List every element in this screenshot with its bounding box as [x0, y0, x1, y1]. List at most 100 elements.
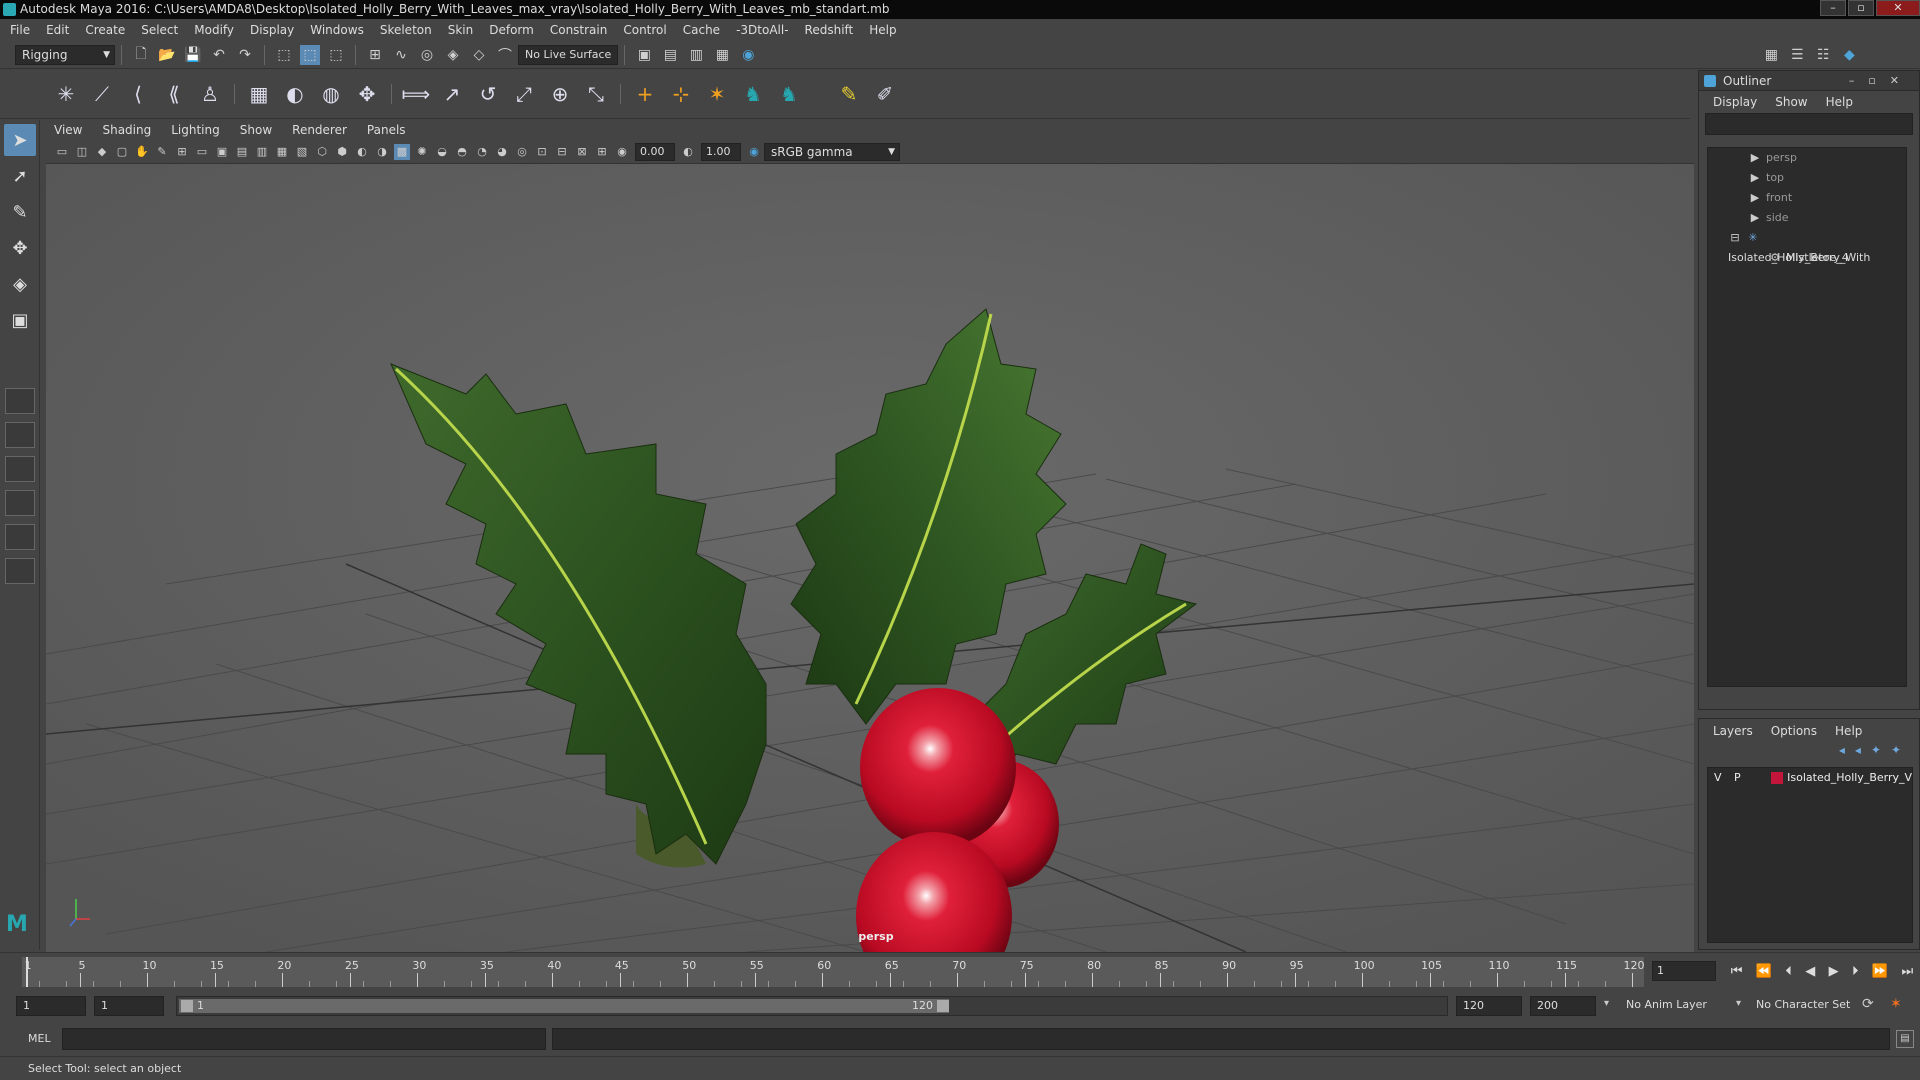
paint-select-icon[interactable]: ✎: [4, 196, 36, 228]
go-to-end-icon[interactable]: ⏭: [1902, 964, 1914, 979]
xray-icon[interactable]: ⊟: [554, 144, 570, 160]
workspace-icon[interactable]: ▦: [1761, 45, 1781, 65]
command-input[interactable]: [62, 1028, 546, 1050]
current-time-indicator[interactable]: [26, 957, 28, 987]
menu-windows[interactable]: Windows: [310, 23, 364, 37]
outliner-window-controls[interactable]: –▫✕: [1849, 71, 1913, 91]
four-view-layout-icon[interactable]: [5, 422, 35, 448]
menu-set-dropdown[interactable]: Rigging ▼: [15, 44, 115, 65]
animation-prefs-icon[interactable]: ✶: [1890, 996, 1902, 1012]
render-frame-icon[interactable]: ▣: [634, 45, 654, 65]
step-back-icon[interactable]: ⏪: [1756, 964, 1772, 979]
script-language-label[interactable]: MEL: [28, 1032, 51, 1045]
aim-constraint-icon[interactable]: ↗: [438, 80, 466, 108]
menu-cache[interactable]: Cache: [683, 23, 720, 37]
outliner-search-input[interactable]: [1705, 113, 1913, 135]
layer-menu-layers[interactable]: Layers: [1713, 724, 1753, 738]
menu-control[interactable]: Control: [623, 23, 666, 37]
sculpt-icon[interactable]: ✥: [353, 80, 381, 108]
render-view-icon[interactable]: ◉: [738, 45, 758, 65]
safe-action-icon[interactable]: ▦: [274, 144, 290, 160]
outliner-menu-help[interactable]: Help: [1826, 95, 1853, 109]
shade-options-icon[interactable]: ◐: [354, 144, 370, 160]
point-constraint-icon[interactable]: ⟾: [402, 80, 431, 108]
outliner-item-top[interactable]: ▶ top: [1708, 168, 1906, 188]
range-end-handle[interactable]: [937, 1000, 949, 1012]
scale-tool-icon[interactable]: ▣: [4, 304, 36, 336]
persp-graph-layout-icon[interactable]: [5, 490, 35, 516]
isolate-select-icon[interactable]: ⊡: [534, 144, 550, 160]
humanik-character-icon[interactable]: ♞: [739, 80, 767, 108]
step-back-key-icon[interactable]: ⏴: [1785, 964, 1792, 979]
panel-menu-view[interactable]: View: [54, 123, 82, 137]
move-layer-up-icon[interactable]: ◂: [1839, 743, 1855, 757]
color-space-dropdown[interactable]: sRGB gamma ▼: [764, 142, 900, 161]
exposure-field[interactable]: 0.00: [635, 142, 675, 161]
live-surface-field[interactable]: No Live Surface: [518, 44, 619, 65]
go-to-start-icon[interactable]: ⏮: [1731, 964, 1743, 979]
lasso-tool-icon[interactable]: ➚: [4, 160, 36, 192]
menu-help[interactable]: Help: [869, 23, 896, 37]
smooth-shade-icon[interactable]: ⬢: [334, 144, 350, 160]
menu-skeleton[interactable]: Skeleton: [380, 23, 432, 37]
xray-joints-icon[interactable]: ⊞: [594, 144, 610, 160]
use-default-material-icon[interactable]: ◑: [374, 144, 390, 160]
component-editor-icon[interactable]: ✐: [871, 80, 899, 108]
chevron-down-icon[interactable]: ▾: [1604, 998, 1609, 1009]
snap-grid-icon[interactable]: ⊞: [365, 45, 385, 65]
attribute-editor-icon[interactable]: ☷: [1813, 45, 1833, 65]
layer-playback-toggle[interactable]: P: [1728, 768, 1748, 788]
auto-key-icon[interactable]: ⟳: [1862, 996, 1874, 1012]
image-plane-icon[interactable]: ▢: [114, 144, 130, 160]
bind-skin-icon[interactable]: ⟪: [160, 80, 188, 108]
layer-visibility-toggle[interactable]: V: [1708, 768, 1728, 788]
play-forwards-icon[interactable]: ▶: [1829, 964, 1839, 979]
collapse-icon[interactable]: ⊟: [1728, 228, 1742, 248]
maximize-icon[interactable]: ▫: [1848, 0, 1874, 16]
move-tool-icon[interactable]: ✥: [4, 232, 36, 264]
rotate-tool-icon[interactable]: ◈: [4, 268, 36, 300]
lattice-icon[interactable]: ▦: [245, 80, 273, 108]
playback-start-field[interactable]: 1: [94, 996, 164, 1016]
close-icon[interactable]: ✕: [1876, 0, 1920, 16]
layer-row[interactable]: V P Isolated_Holly_Berry_V: [1708, 768, 1912, 788]
resolution-gate-icon[interactable]: ▣: [214, 144, 230, 160]
menu-deform[interactable]: Deform: [489, 23, 534, 37]
menu-create[interactable]: Create: [85, 23, 125, 37]
playback-end-field[interactable]: 120: [1456, 996, 1522, 1016]
outliner-menu-display[interactable]: Display: [1713, 95, 1757, 109]
paint-weights-icon[interactable]: ✎: [835, 80, 863, 108]
layer-menu-help[interactable]: Help: [1835, 724, 1862, 738]
select-hierarchy-icon[interactable]: ⬚: [274, 45, 294, 65]
wire-icon[interactable]: ◍: [317, 80, 345, 108]
menu-edit[interactable]: Edit: [46, 23, 69, 37]
textured-icon[interactable]: ▩: [394, 143, 410, 160]
outliner-item-holly-group[interactable]: ⊟ ✳Isolated_Holly_Berry_With: [1708, 228, 1906, 264]
film-gate-icon[interactable]: ▭: [194, 144, 210, 160]
color-management-icon[interactable]: ◉: [746, 144, 762, 160]
two-d-pan-icon[interactable]: ✋: [134, 144, 150, 160]
panel-menu-renderer[interactable]: Renderer: [292, 123, 347, 137]
exposure-icon[interactable]: ◉: [614, 144, 630, 160]
parent-constraint-icon[interactable]: ⊕: [546, 80, 574, 108]
layer-menu-options[interactable]: Options: [1771, 724, 1817, 738]
single-view-layout-icon[interactable]: [5, 388, 35, 414]
xray-active-icon[interactable]: ⊠: [574, 144, 590, 160]
panel-menu-show[interactable]: Show: [240, 123, 272, 137]
select-component-icon[interactable]: ⬚: [326, 45, 346, 65]
step-forward-key-icon[interactable]: ⏵: [1852, 964, 1859, 979]
new-layer-selected-icon[interactable]: ✦: [1891, 743, 1911, 757]
humanik-icon[interactable]: ♙: [196, 80, 224, 108]
range-slider-handle[interactable]: 1 120: [179, 999, 949, 1013]
shadows-icon[interactable]: ◒: [434, 144, 450, 160]
channel-box-icon[interactable]: ☰: [1787, 45, 1807, 65]
minimize-icon[interactable]: –: [1820, 0, 1846, 16]
snap-curve-icon[interactable]: ∿: [391, 45, 411, 65]
snap-view-icon[interactable]: ◈: [443, 45, 463, 65]
character-set-dropdown[interactable]: No Character Set: [1750, 996, 1866, 1016]
script-editor-icon[interactable]: ▤: [1896, 1030, 1914, 1048]
grid-toggle-icon[interactable]: ⊞: [174, 144, 190, 160]
menu-skin[interactable]: Skin: [448, 23, 474, 37]
time-slider-track[interactable]: 1 5 10 15 20 25 30 35 40 45 50 55 60 65 70 75 80 85 90 95 10…: [22, 957, 1645, 987]
menu-select[interactable]: Select: [141, 23, 178, 37]
